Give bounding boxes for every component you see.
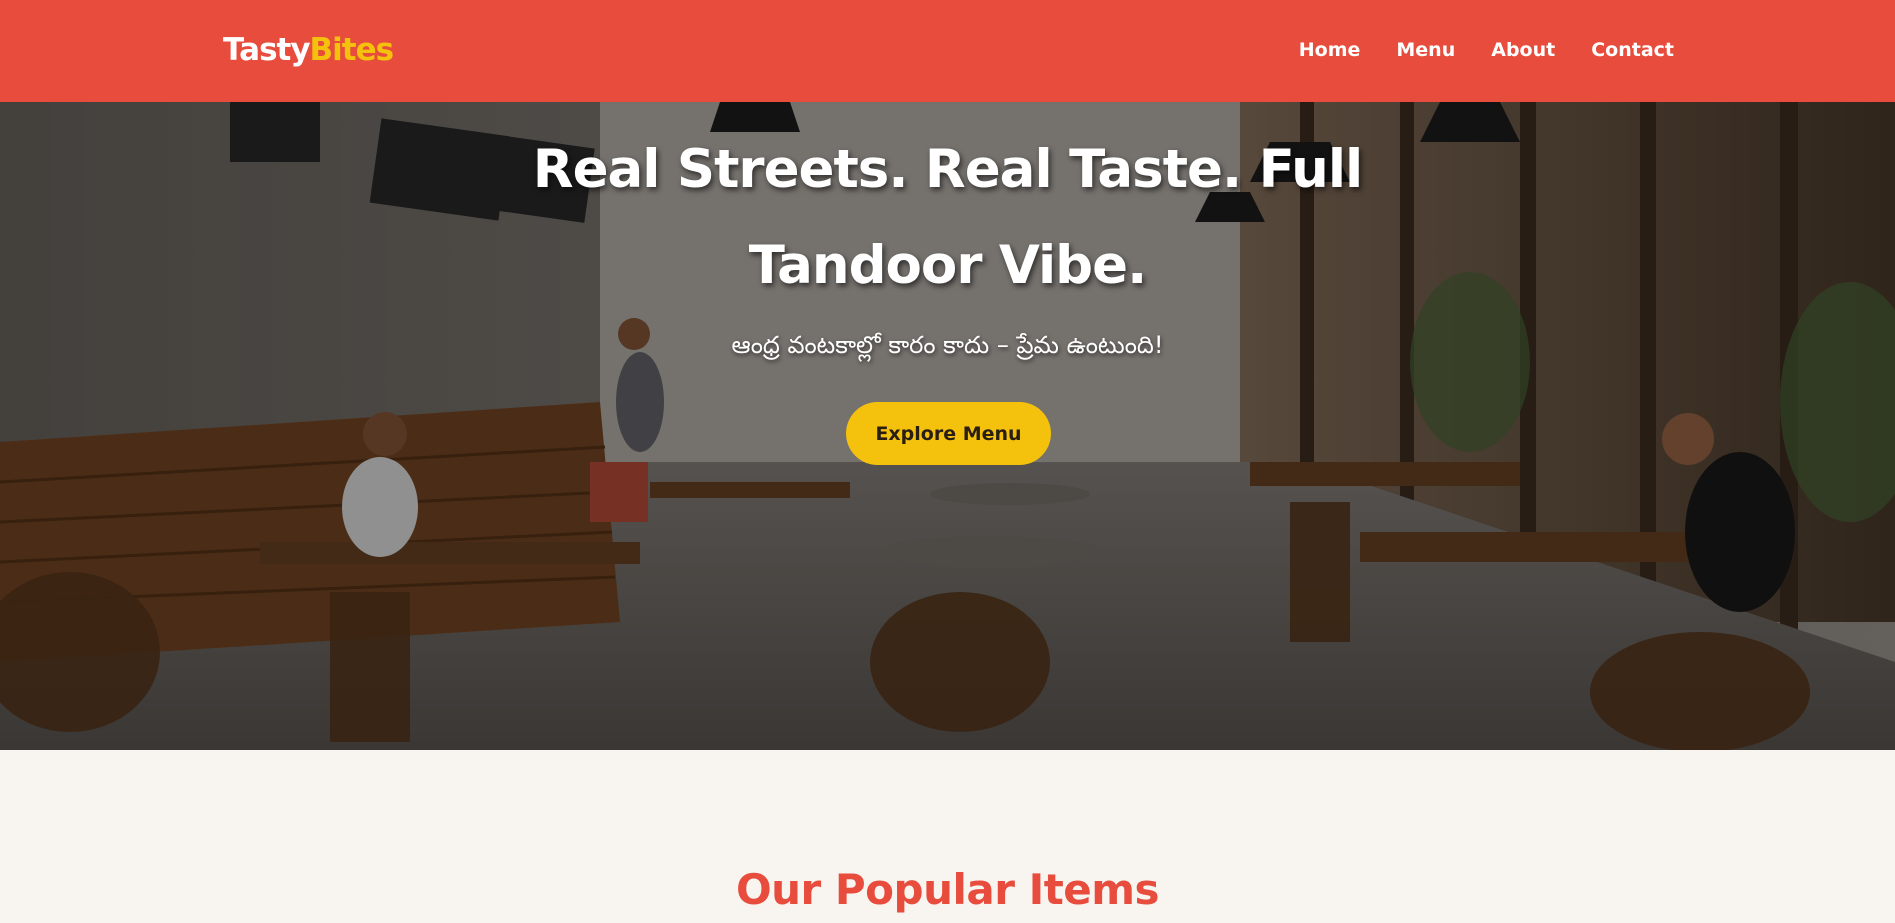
site-header: TastyBites Home Menu About Contact: [0, 0, 1895, 102]
nav-link-contact[interactable]: Contact: [1591, 36, 1674, 64]
logo-text-tasty: Tasty: [223, 32, 311, 68]
nav-link-menu[interactable]: Menu: [1396, 36, 1455, 64]
hero-content: Real Streets. Real Taste. Full Tandoor V…: [0, 102, 1895, 750]
hero-section: Real Streets. Real Taste. Full Tandoor V…: [0, 102, 1895, 750]
site-logo[interactable]: TastyBites: [223, 30, 395, 70]
main-nav: Home Menu About Contact: [1299, 36, 1674, 64]
hero-subtitle: ఆంధ్ర వంటకాల్లో కారం కాదు – ప్రేమ ఉంటుంద…: [731, 331, 1164, 359]
nav-link-about[interactable]: About: [1491, 36, 1555, 64]
explore-menu-button[interactable]: Explore Menu: [846, 402, 1051, 465]
popular-items-heading: Our Popular Items: [735, 865, 1160, 914]
nav-link-home[interactable]: Home: [1299, 36, 1361, 64]
logo-text-bites: Bites: [309, 32, 395, 68]
hero-title: Real Streets. Real Taste. Full Tandoor V…: [532, 139, 1363, 296]
popular-items-section: Our Popular Items: [0, 750, 1895, 923]
